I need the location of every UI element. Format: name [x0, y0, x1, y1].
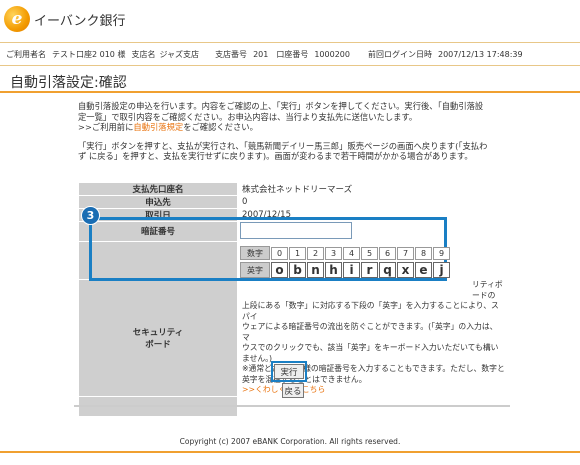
alpha-key[interactable]: e [415, 262, 432, 278]
account-info-bar: ご利用者名 テスト口座2 010 様 支店名 ジャズ支店 支店番号 201 口座… [0, 42, 580, 66]
back-button[interactable]: 戻る [282, 383, 304, 398]
branch-name: ジャズ支店 [159, 49, 200, 59]
digit-key: 5 [361, 246, 378, 260]
digit-key: 0 [271, 246, 288, 260]
desc-line: 自動引落設定の申込を行います。内容をご確認の上、「実行」ボタンを押してください。… [78, 101, 484, 111]
brand-logo[interactable]: e イーバンク銀行 [4, 4, 126, 34]
account-label: 口座番号 [276, 49, 309, 59]
pin-input[interactable] [240, 222, 352, 239]
debit-rules-link[interactable]: 自動引落規定 [133, 122, 183, 132]
desc-line: ず に戻る」を押すと、支払を実行せずに戻ります)。画面が変わるまで若干時間がかか… [78, 151, 473, 161]
security-board-label: セキュリティ ボード [78, 279, 238, 397]
title-divider [0, 91, 580, 93]
branch-label: 支店名 [131, 49, 156, 59]
digit-key: 1 [289, 246, 306, 260]
alpha-key[interactable]: q [379, 262, 396, 278]
alpha-key[interactable]: o [271, 262, 288, 278]
step-badge: 3 [81, 206, 100, 225]
branch-no-label: 支店番号 [215, 49, 248, 59]
alpha-row: 英字 o b n h i r q x e j [240, 261, 450, 279]
digit-key: 3 [325, 246, 342, 260]
footer-divider [74, 405, 510, 407]
desc-line: 「実行」ボタンを押すと、支払が実行され、「競馬新聞デイリー馬三郎」販売ページの画… [78, 140, 488, 151]
digit-key: 9 [433, 246, 450, 260]
digit-key: 8 [415, 246, 432, 260]
digit-key: 7 [397, 246, 414, 260]
apply-value: 0 [237, 195, 510, 209]
desc-line: >>ご利用前に自動引落規定をご確認ください。 [78, 122, 258, 132]
alpha-key[interactable]: n [307, 262, 324, 278]
digit-row: 数字 0 1 2 3 4 5 6 7 8 9 [240, 246, 450, 260]
digit-key: 2 [307, 246, 324, 260]
digit-key: 4 [343, 246, 360, 260]
description: 自動引落設定の申込を行います。内容をご確認の上、「実行」ボタンを押してください。… [78, 101, 518, 162]
bottom-divider [0, 451, 580, 453]
apply-label: 申込先 [78, 195, 238, 209]
execute-button[interactable]: 実行 [274, 364, 304, 379]
last-login-label: 前回ログイン日時 [367, 49, 432, 59]
alpha-key[interactable]: x [397, 262, 414, 278]
desc-line: 定一覧」で取引内容をご確認ください。お申込内容は、当行より支払先に送信いたします… [78, 111, 418, 122]
security-keyboard: 数字 0 1 2 3 4 5 6 7 8 9 英字 o b n h i r q … [240, 246, 450, 279]
copyright: Copyright (c) 2007 eBANK Corporation. Al… [179, 437, 401, 446]
branch-no: 201 [253, 49, 269, 59]
bank-name: イーバンク銀行 [34, 13, 126, 29]
page-title: 自動引落設定:確認 [10, 75, 127, 91]
user-name: テスト口座2 010 様 [52, 49, 126, 59]
logo-icon: e [4, 6, 30, 32]
alpha-key[interactable]: b [289, 262, 306, 278]
payee-account-value: 株式会社ネットドリーマーズ [237, 182, 510, 196]
digit-key: 6 [379, 246, 396, 260]
account-no: 1000200 [314, 49, 350, 59]
alpha-row-label: 英字 [240, 262, 270, 278]
execute-button-highlight: 実行 [271, 361, 307, 382]
last-login-value: 2007/12/13 17:48:39 [437, 49, 523, 59]
alpha-key[interactable]: r [361, 262, 378, 278]
alpha-key[interactable]: h [325, 262, 342, 278]
digit-row-label: 数字 [240, 246, 270, 260]
payee-account-label: 支払先口座名 [78, 182, 238, 196]
user-label: ご利用者名 [6, 49, 46, 59]
alpha-key[interactable]: j [433, 262, 450, 278]
alpha-key[interactable]: i [343, 262, 360, 278]
